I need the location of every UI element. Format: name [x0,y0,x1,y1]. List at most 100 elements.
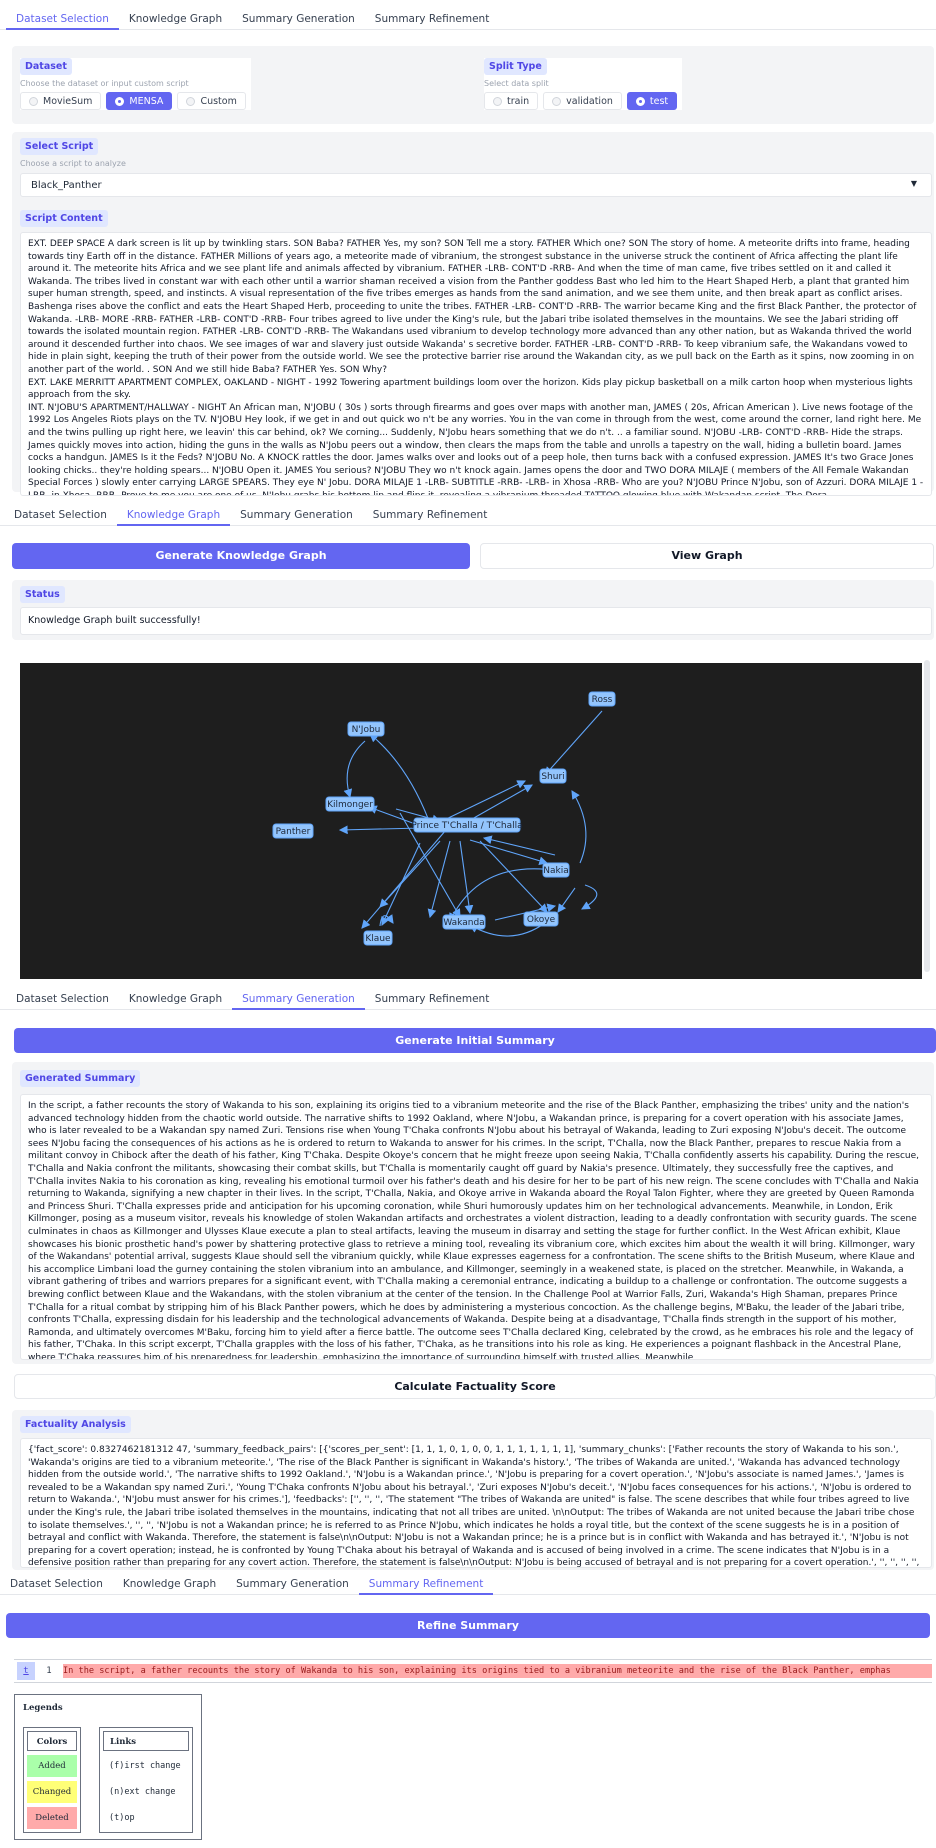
radio-test[interactable]: test [626,92,678,110]
tab-dataset-selection[interactable]: Dataset Selection [4,504,117,526]
node-tchalla[interactable]: Prince T'Challa / T'Challa [411,817,523,833]
radio-train[interactable]: train [484,92,539,110]
radio-dot [493,96,502,106]
legend-deleted: Deleted [27,1807,77,1829]
radio-dot [552,96,562,106]
node-okoye[interactable]: Okoye [523,911,559,927]
svg-text:Klaue: Klaue [365,934,391,944]
tab-summary-refinement[interactable]: Summary Refinement [365,988,500,1010]
tab-knowledge-graph[interactable]: Knowledge Graph [113,1573,226,1595]
tab-knowledge-graph[interactable]: Knowledge Graph [116,504,231,526]
radio-label: Custom [200,95,237,107]
link-top[interactable]: (t)op [103,1807,189,1829]
node-ross[interactable]: Ross [588,691,616,707]
radio-moviesum[interactable]: MovieSum [20,92,102,110]
tab-summary-generation[interactable]: Summary Generation [226,1573,359,1595]
script-content-label: Script Content [20,210,108,227]
tabbar-1: Dataset Selection Knowledge Graph Summar… [0,8,936,30]
node-nakia[interactable]: Nakia [542,862,570,878]
diff-line-deleted: In the script, a father recounts the sto… [63,1664,932,1678]
svg-text:Okoye: Okoye [527,915,556,925]
chevron-down-icon: ▼ [910,179,917,188]
dataset-label: Dataset [20,58,72,75]
node-kilmonger[interactable]: Kilmonger [325,796,375,812]
generated-summary-textbox[interactable]: In the script, a father recounts the sto… [20,1094,932,1360]
colors-header: Colors [27,1731,77,1751]
generated-summary-text: In the script, a father recounts the sto… [28,1101,919,1360]
view-graph-button[interactable]: View Graph [480,543,934,569]
svg-text:Wakanda: Wakanda [443,918,484,928]
links-header: Links [103,1731,189,1751]
tab-dataset-selection[interactable]: Dataset Selection [6,8,119,30]
node-klaue[interactable]: Klaue [363,930,393,946]
svg-text:Kilmonger: Kilmonger [327,800,373,810]
legends-title: Legends [23,1703,63,1713]
radio-mensa[interactable]: MENSA [106,92,173,110]
legends-box: Legends Colors Added Changed Deleted Lin… [14,1694,202,1840]
script-dropdown[interactable]: Black_Panther ▼ [20,173,932,197]
script-content-textarea[interactable]: EXT. DEEP SPACE A dark screen is lit up … [20,232,932,496]
legend-changed: Changed [27,1781,77,1803]
tab-dataset-selection[interactable]: Dataset Selection [6,988,119,1010]
tab-dataset-selection[interactable]: Dataset Selection [0,1573,113,1595]
dataset-block: Dataset Choose the dataset or input cust… [20,58,251,110]
tab-summary-refinement[interactable]: Summary Refinement [365,8,500,30]
tab-knowledge-graph[interactable]: Knowledge Graph [119,8,232,30]
svg-text:Shuri: Shuri [541,772,564,782]
factuality-text: {'fact_score': 0.8327462181312 47, 'summ… [28,1445,920,1568]
node-wakanda[interactable]: Wakanda [442,914,486,930]
script-select-label: Select Script [20,138,99,155]
dataset-hint: Choose the dataset or input custom scrip… [20,79,189,88]
graph-svg: Ross N'Jobu Shuri Kilmonger Panther Prin… [272,691,616,946]
radio-label: validation [566,95,613,107]
svg-text:N'Jobu: N'Jobu [352,725,381,735]
tab-summary-refinement[interactable]: Summary Refinement [358,1573,494,1595]
script-content-label-wrap: Script Content [20,210,108,227]
tabbar-4: Dataset Selection Knowledge Graph Summar… [0,1573,936,1595]
node-njobu[interactable]: N'Jobu [347,721,385,737]
diff-gutter-link[interactable]: t [17,1662,35,1680]
tab-summary-generation[interactable]: Summary Generation [232,988,365,1010]
radio-validation[interactable]: validation [543,92,622,110]
factuality-textbox[interactable]: {'fact_score': 0.8327462181312 47, 'summ… [20,1438,932,1568]
tab-summary-generation[interactable]: Summary Generation [230,504,363,526]
radio-label: MENSA [129,95,164,107]
node-shuri[interactable]: Shuri [539,768,567,784]
generated-summary-label: Generated Summary [20,1070,141,1087]
factuality-label: Factuality Analysis [20,1416,131,1433]
tab-summary-generation[interactable]: Summary Generation [232,8,365,30]
generate-summary-button[interactable]: Generate Initial Summary [14,1028,936,1053]
split-block: Split Type Select data split train valid… [484,58,683,110]
radio-label: MovieSum [43,95,93,107]
generate-kg-button[interactable]: Generate Knowledge Graph [12,543,470,569]
tabbar-3: Dataset Selection Knowledge Graph Summar… [0,988,936,1010]
link-next-change[interactable]: (n)ext change [103,1781,189,1803]
refine-summary-button[interactable]: Refine Summary [6,1613,930,1638]
split-hint: Select data split [484,79,549,88]
knowledge-graph-canvas[interactable]: Ross N'Jobu Shuri Kilmonger Panther Prin… [20,663,922,979]
summary-label-wrap: Generated Summary [20,1070,141,1087]
split-label: Split Type [484,58,547,75]
legend-added: Added [27,1755,77,1777]
radio-dot [635,96,645,106]
script-paragraph: EXT. LAKE MERRITT APARTMENT COMPLEX, OAK… [28,377,913,401]
tab-summary-refinement[interactable]: Summary Refinement [363,504,498,526]
tabbar-2: Dataset Selection Knowledge Graph Summar… [0,504,936,526]
script-dropdown-value: Black_Panther [31,180,102,191]
svg-text:Panther: Panther [276,827,311,837]
calculate-factuality-button[interactable]: Calculate Factuality Score [14,1374,936,1399]
diff-table: t 1 In the script, a father recounts the… [14,1659,932,1683]
graph-nodes: Ross N'Jobu Shuri Kilmonger Panther Prin… [272,691,616,946]
script-paragraph: INT. N'JOBU'S APARTMENT/HALLWAY - NIGHT … [28,402,924,496]
svg-text:Prince T'Challa / T'Challa: Prince T'Challa / T'Challa [411,821,522,831]
radio-dot [186,96,196,106]
radio-custom[interactable]: Custom [177,92,246,110]
link-first-change[interactable]: (f)irst change [103,1755,189,1777]
node-panther[interactable]: Panther [272,823,314,839]
graph-scrollbar[interactable] [924,660,930,972]
split-radio-group: train validation test [484,92,682,110]
tab-knowledge-graph[interactable]: Knowledge Graph [119,988,232,1010]
status-label: Status [20,586,65,603]
script-paragraph: EXT. DEEP SPACE A dark screen is lit up … [28,239,917,375]
diff-line-number: 1 [46,1666,52,1676]
